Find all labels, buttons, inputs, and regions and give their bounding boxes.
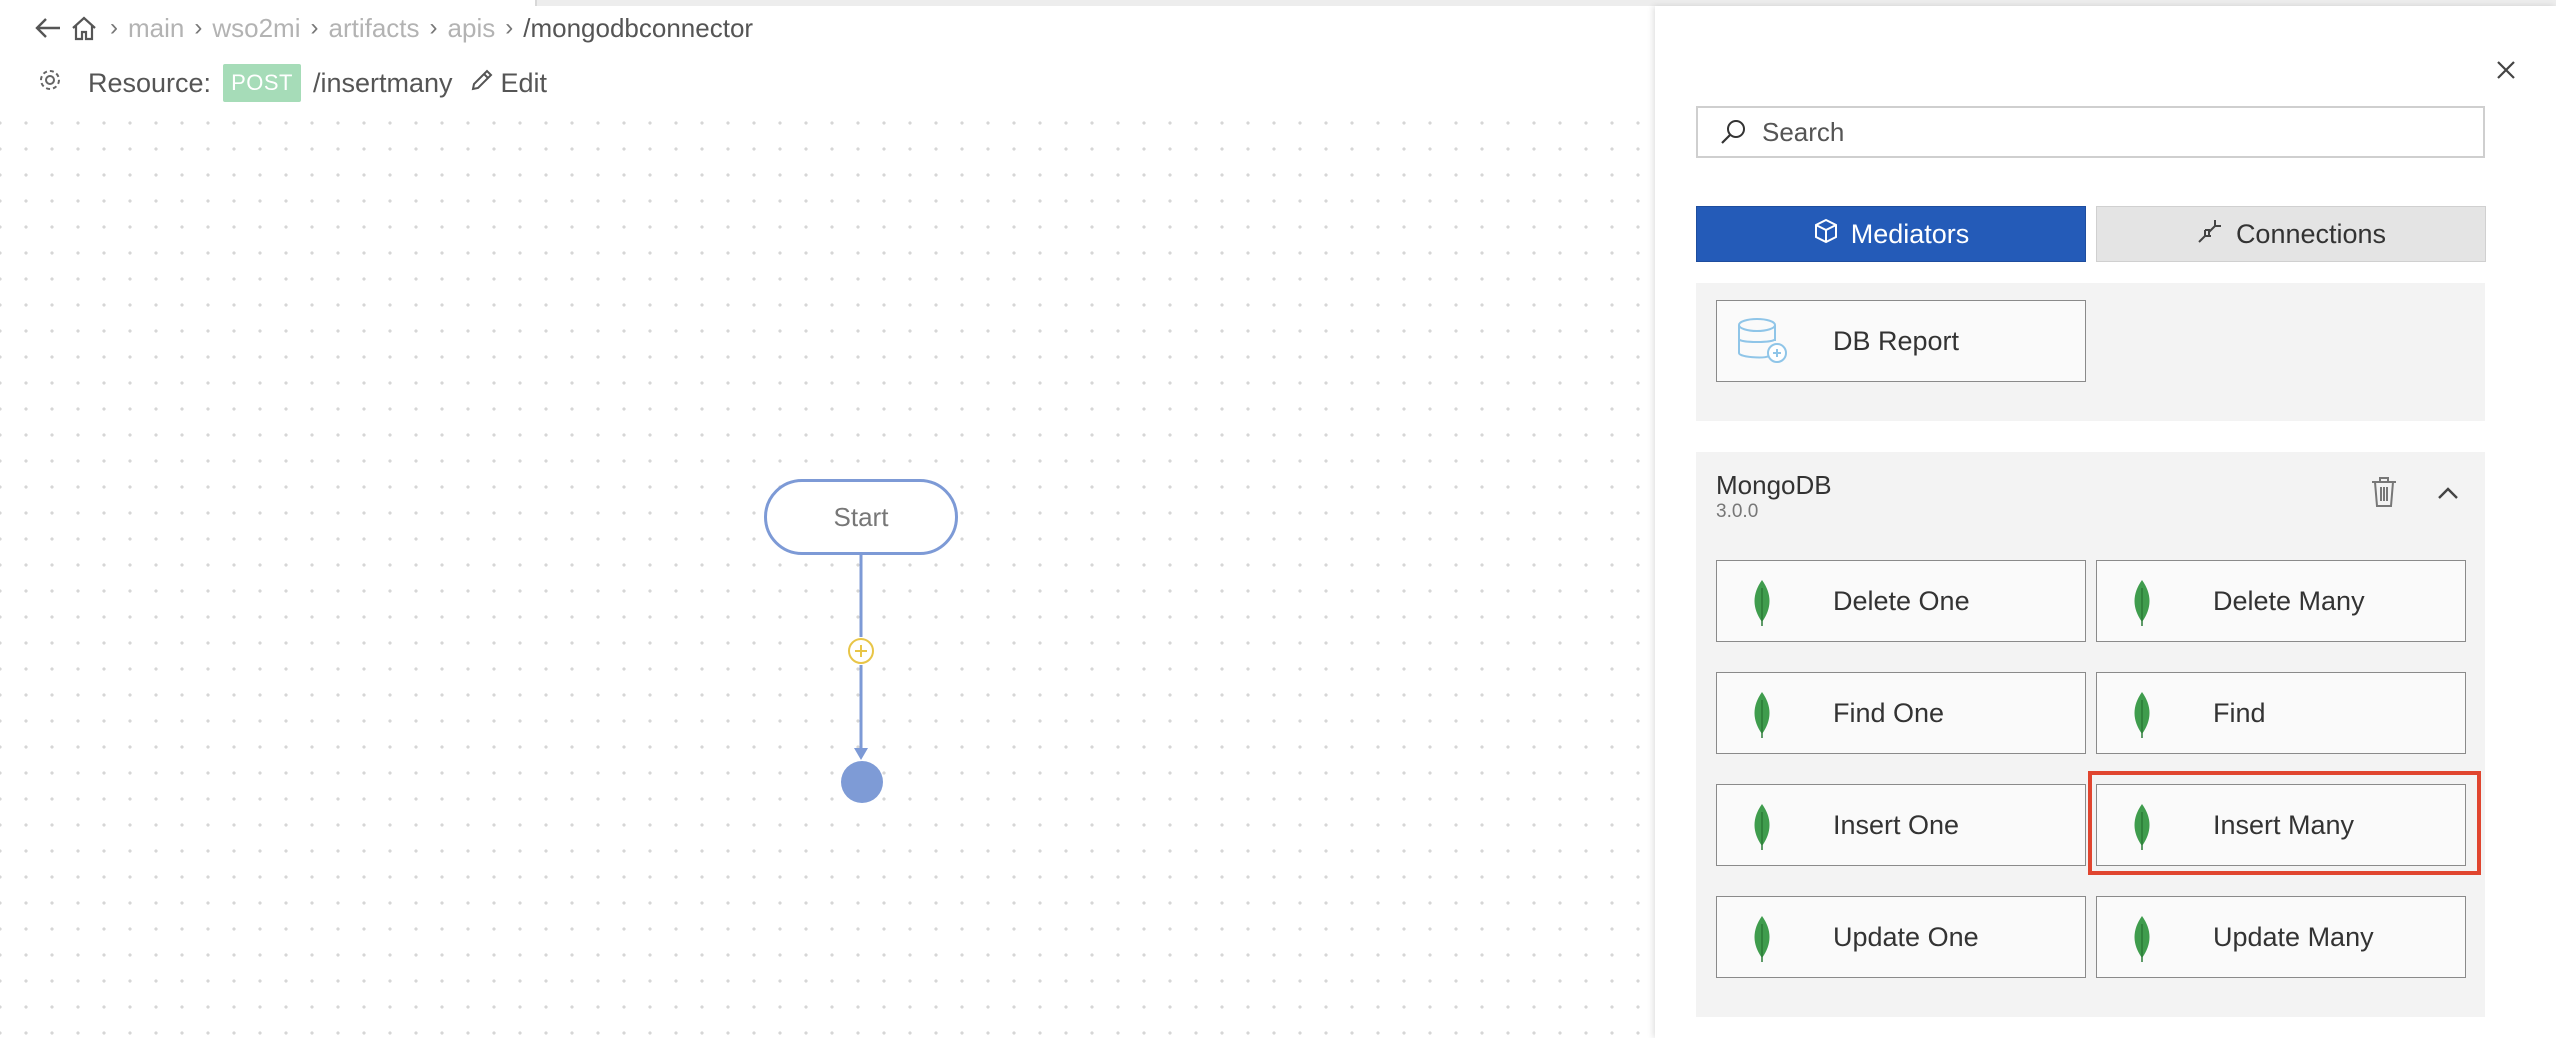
tab-connections-label: Connections [2235,218,2387,249]
chevron-up-icon[interactable] [2436,483,2460,503]
operation-insert-many[interactable]: Insert Many [2096,784,2466,866]
mediator-icon [1813,218,1839,251]
operation-find[interactable]: Find [2096,672,2466,754]
mongodb-leaf-icon [1749,690,1775,743]
search-input[interactable] [1760,115,2444,149]
tab-mediators[interactable]: Mediators [1696,206,2086,262]
operation-label: Insert Many [2213,809,2355,840]
operation-label: Find [2213,697,2266,728]
operation-label: Delete Many [2213,585,2365,616]
breadcrumb-item[interactable]: main [128,13,184,44]
operation-label: Insert One [1833,809,1960,840]
chevron-right-icon: › [194,14,203,41]
operation-update-one[interactable]: Update One [1716,896,2086,978]
back-arrow-icon[interactable] [34,16,62,40]
database-icon [1733,315,1789,372]
home-icon[interactable] [70,15,98,41]
mongodb-leaf-icon [2129,690,2155,743]
mongodb-leaf-icon [2129,578,2155,631]
tab-connections[interactable]: Connections [2096,206,2486,262]
pencil-icon [469,67,495,100]
mongodb-leaf-icon [2129,802,2155,855]
connector-name: MongoDB [1716,470,1832,500]
operation-delete-one[interactable]: Delete One [1716,560,2086,642]
tab-mediators-label: Mediators [1850,218,1970,249]
plus-circle-icon[interactable] [847,637,875,665]
connector-version: 3.0.0 [1716,501,1759,522]
resource-label: Resource: [88,67,212,98]
method-badge: POST [223,64,301,102]
start-node[interactable]: Start [764,479,958,555]
operation-find-one[interactable]: Find One [1716,672,2086,754]
breadcrumb-item[interactable]: artifacts [329,13,420,44]
search-icon [1718,117,1748,147]
breadcrumb-item[interactable]: wso2mi [212,13,300,44]
trash-icon[interactable] [2370,476,2398,508]
operation-label: Delete One [1833,585,1970,616]
end-node [841,761,883,803]
operation-label: Find One [1833,697,1945,728]
gear-icon[interactable] [36,66,64,101]
mongodb-leaf-icon [2129,914,2155,967]
chevron-right-icon: › [110,14,118,41]
operation-label: Update Many [2213,921,2374,952]
mongodb-leaf-icon [1749,914,1775,967]
edit-button[interactable]: Edit [469,67,548,100]
operation-insert-one[interactable]: Insert One [1716,784,2086,866]
chevron-right-icon: › [429,14,438,41]
breadcrumb-current: /mongodbconnector [523,12,754,43]
chevron-right-icon: › [505,14,514,41]
resource-path: /insertmany [312,67,453,98]
chevron-right-icon: › [310,14,319,41]
close-icon[interactable] [2494,58,2518,82]
search-field[interactable] [1696,106,2485,158]
operation-update-many[interactable]: Update Many [2096,896,2466,978]
db-report-card[interactable]: DB Report [1716,300,2086,382]
breadcrumb: › main › wso2mi › artifacts › apis › /mo… [34,10,759,46]
mongodb-leaf-icon [1749,802,1775,855]
db-report-label: DB Report [1833,325,1960,356]
operation-delete-many[interactable]: Delete Many [2096,560,2466,642]
connection-icon [2196,217,2224,252]
resource-bar: Resource: POST /insertmany Edit [36,62,547,104]
breadcrumb-item[interactable]: apis [448,13,496,44]
operation-label: Update One [1833,921,1979,952]
edit-label: Edit [500,67,548,98]
mongodb-leaf-icon [1749,578,1775,631]
